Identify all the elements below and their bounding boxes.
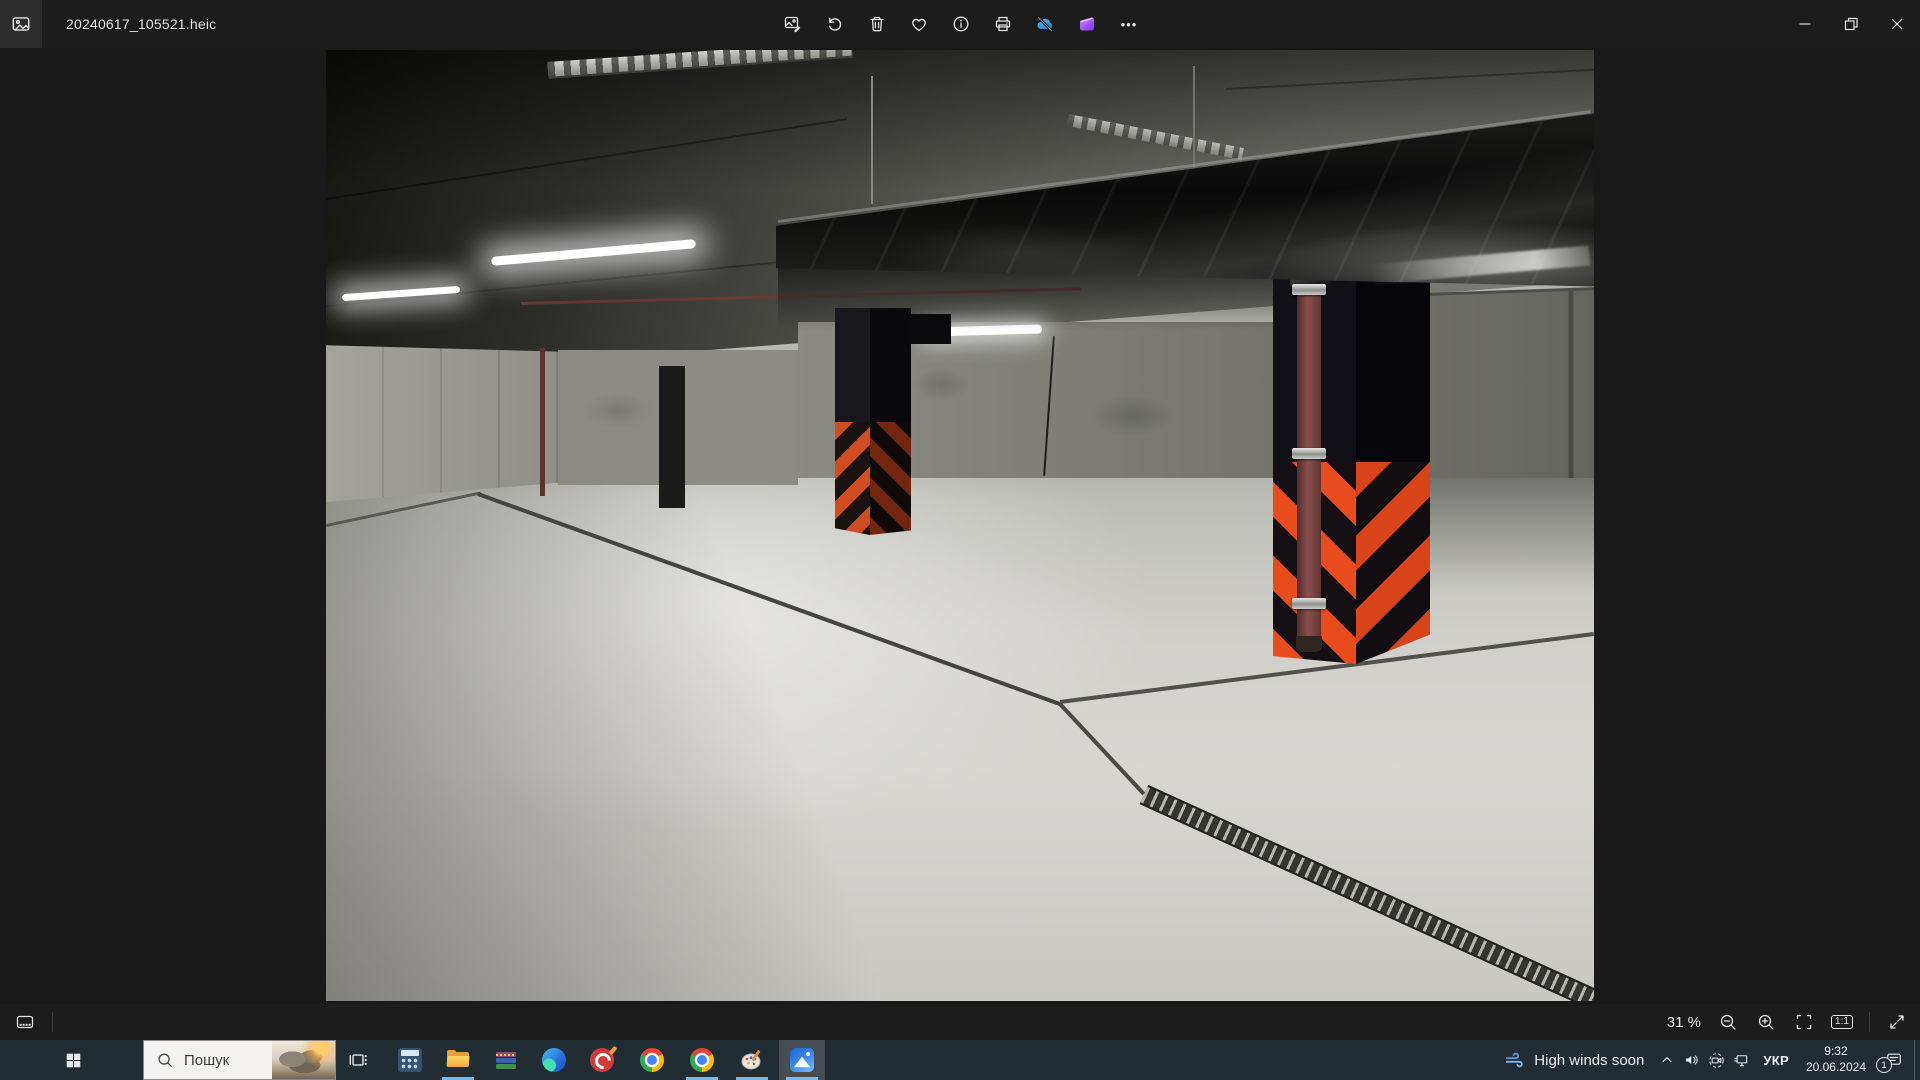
print-button[interactable] (982, 0, 1024, 48)
task-view-button[interactable] (335, 1040, 381, 1080)
divider (1869, 1012, 1870, 1032)
concrete-wall-left (326, 342, 558, 502)
search-icon (156, 1051, 174, 1069)
chevron-up-icon (1659, 1052, 1675, 1068)
onedrive-unavailable-icon[interactable] (1024, 0, 1066, 48)
taskbar-item-chrome-2[interactable] (679, 1040, 725, 1080)
file-name: 20240617_105521.heic (66, 0, 216, 48)
minimize-button[interactable] (1782, 0, 1828, 48)
taskbar-item-file-explorer[interactable] (435, 1040, 481, 1080)
app-logo-icon[interactable] (0, 0, 42, 48)
meet-now-camera-icon (1707, 1051, 1726, 1070)
wind-icon (1504, 1049, 1526, 1071)
windows-logo-icon (65, 1052, 82, 1069)
pipe-coupling (1292, 284, 1326, 295)
hanger-rod (871, 76, 873, 204)
photo-image[interactable] (326, 50, 1594, 1001)
zoom-in-button[interactable] (1747, 1004, 1785, 1040)
window-controls (1782, 0, 1920, 48)
see-more-button[interactable]: ••• (1108, 0, 1150, 48)
taskbar-item-chrome[interactable] (629, 1040, 675, 1080)
taskbar-item-winrar[interactable] (483, 1040, 529, 1080)
hazard-stripes (870, 422, 911, 535)
pipe-coupling (1292, 598, 1326, 609)
edit-image-button[interactable] (772, 0, 814, 48)
weather-widget[interactable]: High winds soon (1494, 1040, 1654, 1080)
filmstrip-toggle-button[interactable] (6, 1004, 44, 1040)
windows-taskbar: High winds soon (0, 1040, 1920, 1080)
column-black-wrap (835, 308, 911, 424)
actual-size-button[interactable]: 1:1 (1823, 1004, 1861, 1040)
favorite-button[interactable] (898, 0, 940, 48)
fullscreen-button[interactable] (1878, 1004, 1916, 1040)
zoom-level: 31 % (1667, 1014, 1701, 1031)
chrome-icon (690, 1048, 714, 1072)
wall-standpipe (540, 348, 545, 496)
notification-badge: 1 (1876, 1057, 1892, 1073)
duct-bracket (909, 314, 951, 344)
hidden-icons-button[interactable] (1654, 1040, 1679, 1080)
system-tray: High winds soon (1494, 1040, 1920, 1080)
edge-icon (542, 1048, 566, 1072)
start-button[interactable] (30, 1040, 116, 1080)
show-desktop-button[interactable] (1914, 1040, 1920, 1080)
file-explorer-icon (446, 1048, 470, 1072)
hazard-stripes (835, 422, 870, 535)
winrar-icon (494, 1048, 518, 1072)
paint-icon (740, 1048, 764, 1072)
taskbar-item-ccleaner[interactable] (579, 1040, 625, 1080)
network-button[interactable] (1729, 1040, 1754, 1080)
hazard-column-left (835, 308, 911, 535)
see-more-dots: ••• (1121, 17, 1138, 32)
ccleaner-icon (590, 1048, 614, 1072)
ethernet-network-icon (1732, 1051, 1751, 1070)
chrome-icon (640, 1048, 664, 1072)
pipe-end-cap (1296, 636, 1322, 652)
task-view-icon (347, 1049, 369, 1071)
weather-text: High winds soon (1534, 1052, 1644, 1069)
info-button[interactable] (940, 0, 982, 48)
clipchamp-icon[interactable] (1066, 0, 1108, 48)
taskbar-search[interactable] (143, 1040, 336, 1080)
volume-button[interactable] (1679, 1040, 1704, 1080)
language-indicator[interactable]: УКР (1754, 1053, 1798, 1068)
rotate-button[interactable] (814, 0, 856, 48)
taskbar-item-paint[interactable] (729, 1040, 775, 1080)
titlebar: 20240617_105521.heic (0, 0, 1920, 48)
action-center-button[interactable]: 1 (1874, 1040, 1914, 1080)
zoom-out-button[interactable] (1709, 1004, 1747, 1040)
delete-button[interactable] (856, 0, 898, 48)
dark-doorway (659, 366, 685, 508)
search-daily-image (272, 1040, 336, 1080)
actual-size-label: 1:1 (1831, 1015, 1853, 1029)
restore-button[interactable] (1828, 0, 1874, 48)
taskbar-item-photos-active[interactable] (779, 1040, 825, 1080)
search-input[interactable] (182, 1051, 272, 1070)
hazard-chevrons (1356, 462, 1430, 664)
date: 20.06.2024 (1806, 1060, 1866, 1076)
close-button[interactable] (1874, 0, 1920, 48)
red-standpipe (1297, 286, 1321, 648)
divider (52, 1012, 53, 1032)
speaker-icon (1683, 1051, 1701, 1069)
taskbar-item-calculator[interactable] (387, 1040, 433, 1080)
time: 9:32 (1806, 1044, 1866, 1060)
fit-to-window-button[interactable] (1785, 1004, 1823, 1040)
photos-app-icon (790, 1048, 814, 1072)
pipe-coupling (1292, 448, 1326, 459)
hanger-rod (1193, 66, 1195, 171)
photos-app-window: 20240617_105521.heic (0, 0, 1920, 1080)
meet-now-button[interactable] (1704, 1040, 1729, 1080)
taskbar-item-edge[interactable] (531, 1040, 577, 1080)
clock[interactable]: 9:32 20.06.2024 (1798, 1044, 1874, 1075)
photo-toolbar: ••• (772, 0, 1150, 48)
viewer-statusbar: 31 % 1:1 (0, 1004, 1920, 1040)
calculator-icon (398, 1048, 422, 1072)
